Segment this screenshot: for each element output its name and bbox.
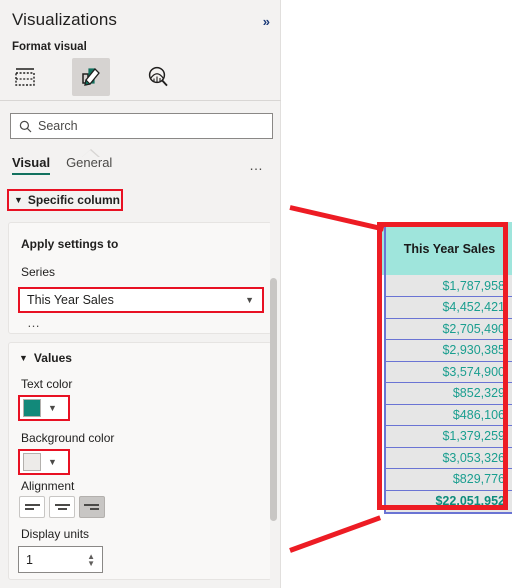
alignment-label: Alignment [21,479,75,493]
format-icon-strip [0,56,281,157]
table-row[interactable]: $3,053,326 [384,447,512,469]
tabs-more-button[interactable]: … [249,157,264,173]
apply-settings-title: Apply settings to [21,237,119,251]
table-cell-value[interactable]: $2,930,385 [384,339,512,362]
series-label: Series [21,265,56,279]
apply-settings-card: Apply settings to Series This Year Sales… [8,222,272,334]
align-left-bar-bottom [25,508,34,510]
align-left-button[interactable] [19,496,45,518]
align-center-bar-bottom [57,508,67,510]
table-cell-value[interactable]: $3,574,900 [384,361,512,383]
alignment-button-group [19,496,105,518]
table-row[interactable]: $1,787,958 [384,275,512,297]
align-right-button[interactable] [79,496,105,518]
table-cell-value[interactable]: $4,452,421 [384,296,512,319]
background-color-picker[interactable]: ▼ [18,449,70,475]
table-cell-value[interactable]: $1,379,259 [384,425,512,448]
analytics-icon[interactable] [139,58,177,96]
search-placeholder: Search [38,119,78,133]
table-cell-value[interactable]: $486,106 [384,404,512,426]
page-title: Visualizations [12,10,118,29]
tab-general[interactable]: General [66,155,112,175]
display-units-stepper[interactable]: 1 ▲ ▼ [18,546,103,573]
table-total-row[interactable]: $22,051,952 [384,489,512,514]
table-row[interactable]: $2,705,490 [384,318,512,340]
series-dropdown-value: This Year Sales [27,293,114,307]
series-dropdown[interactable]: This Year Sales ▼ [18,287,264,313]
icon-strip-divider [0,100,281,101]
values-title: Values [33,351,72,365]
visualizations-panel: Visualizations » Format visual Search Vi… [0,0,281,588]
column-header-this-year-sales[interactable]: This Year Sales [384,222,512,275]
align-left-bar-top [25,504,40,506]
table-row[interactable]: $4,452,421 [384,296,512,319]
table-body: $1,787,958 $4,452,421 $2,705,490 $2,930,385… [384,275,512,514]
chevron-down-icon: ▼ [19,352,28,363]
table-cell-value[interactable]: $829,776 [384,468,512,491]
tab-visual[interactable]: Visual [12,155,51,175]
specific-column-label: Specific column [27,193,120,207]
panel-scrollbar-thumb[interactable] [270,278,277,521]
align-right-bar-bottom [90,508,99,510]
table-row[interactable]: $829,776 [384,468,512,491]
table-cell-value[interactable]: $2,705,490 [384,318,512,340]
table-total-value[interactable]: $22,051,952 [384,489,512,514]
background-color-label: Background color [21,431,115,445]
apply-settings-more-button[interactable]: … [27,315,41,330]
format-visual-label: Format visual [12,41,87,53]
align-right-bar-top [84,504,99,506]
display-units-value: 1 [26,552,33,567]
text-color-picker[interactable]: ▼ [18,395,70,421]
table-cell-value[interactable]: $1,787,958 [384,275,512,297]
table-header-row: This Year Sales [384,222,512,275]
values-card: ▼ Values Text color ▼ Background color ▼… [8,342,272,580]
spinner-arrows[interactable]: ▲ ▼ [87,552,95,567]
table-cell-value[interactable]: $3,053,326 [384,447,512,469]
chevron-double-right-icon[interactable]: » [263,15,270,28]
values-section-header[interactable]: ▼ Values [19,351,72,365]
table-row[interactable]: $486,106 [384,404,512,426]
search-icon [19,120,32,133]
section-specific-column[interactable]: ▼ Specific column [7,189,123,211]
chevron-down-icon: ▼ [14,194,23,205]
text-color-swatch [23,399,41,417]
format-visual-icon[interactable] [72,58,110,96]
table-row[interactable]: $852,329 [384,382,512,405]
text-color-label: Text color [21,377,73,391]
table-cell-value[interactable]: $852,329 [384,382,512,405]
data-table: This Year Sales $1,787,958 $4,452,421 $2,7… [384,222,512,514]
report-canvas: This Year Sales $1,787,958 $4,452,421 $2,7… [281,0,512,588]
format-tabs: Visual General [12,155,112,175]
align-center-bar-top [54,504,70,506]
table-row[interactable]: $3,574,900 [384,361,512,383]
chevron-down-icon: ▼ [48,403,57,413]
chevron-down-icon[interactable]: ▼ [87,559,95,567]
search-input[interactable]: Search [10,113,273,139]
build-visual-icon[interactable] [6,58,44,96]
background-color-swatch [23,453,41,471]
table-row[interactable]: $1,379,259 [384,425,512,448]
chevron-down-icon: ▼ [48,457,57,467]
display-units-label: Display units [21,527,90,541]
chevron-down-icon: ▼ [245,295,254,305]
table-row[interactable]: $2,930,385 [384,339,512,362]
align-center-button[interactable] [49,496,75,518]
